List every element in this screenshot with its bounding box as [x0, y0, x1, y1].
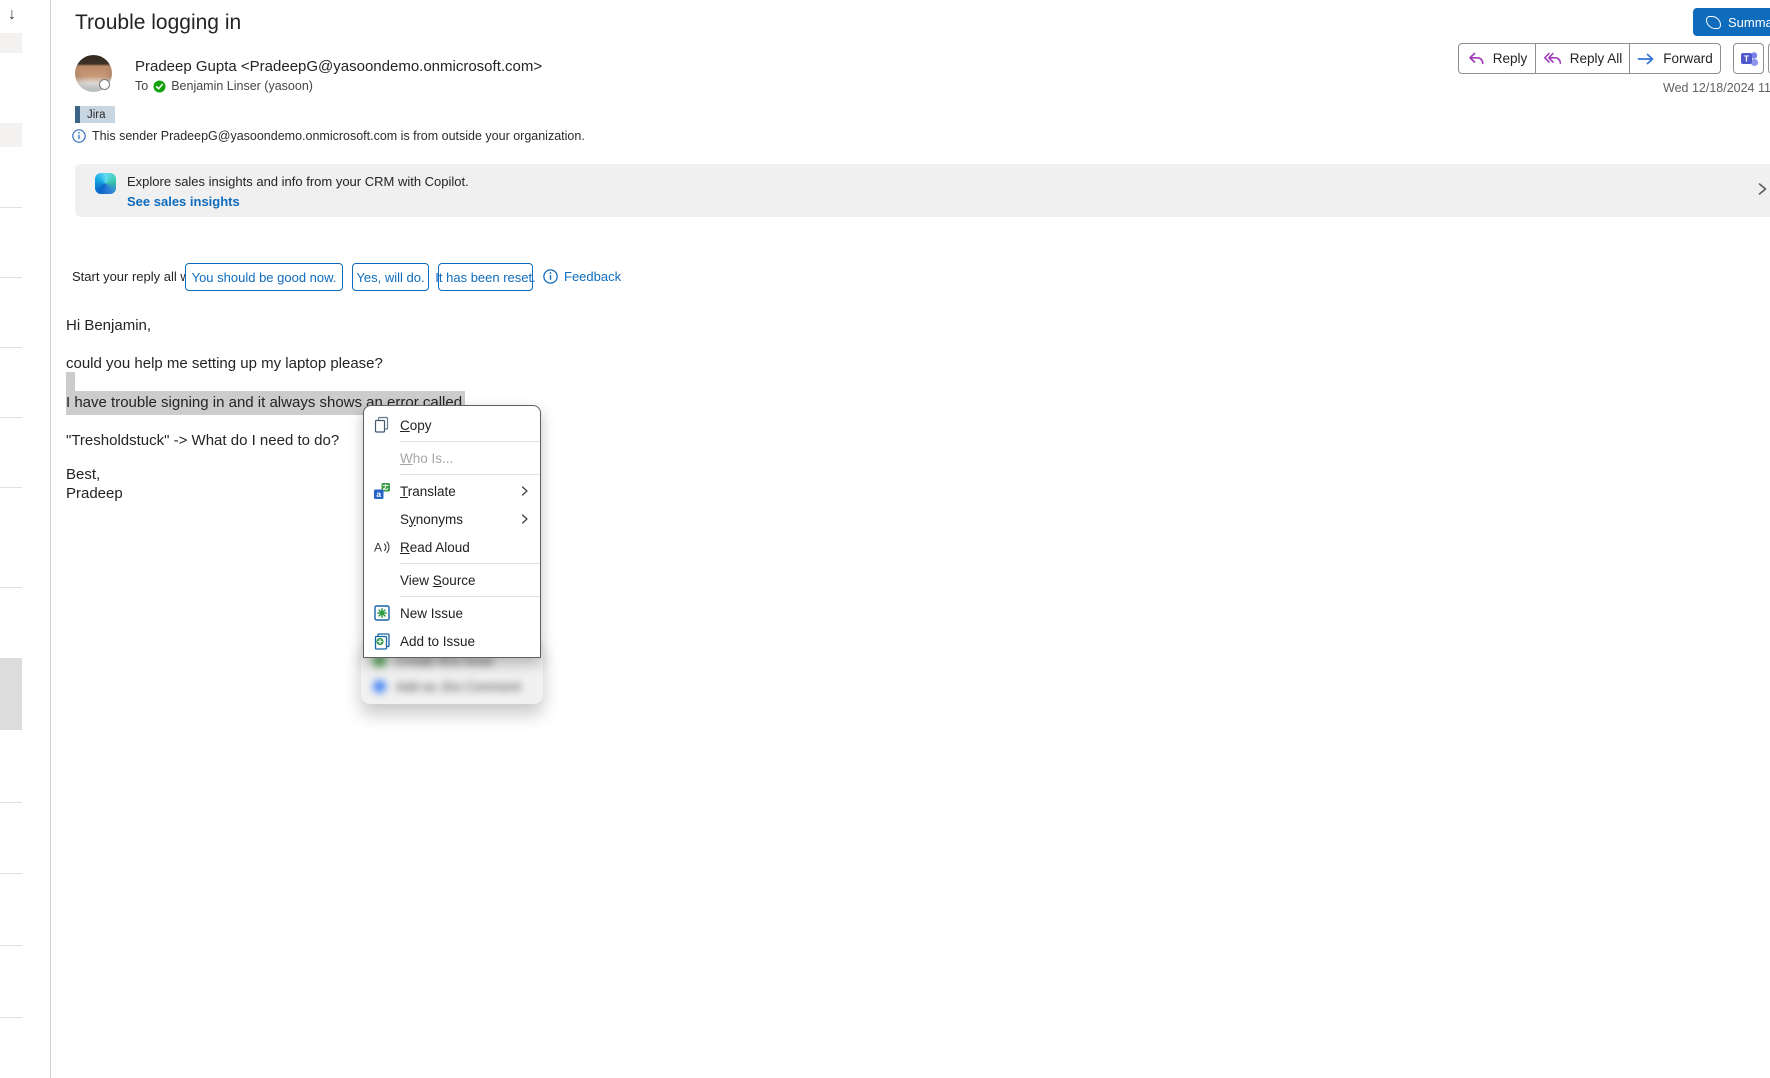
svg-text:a: a	[376, 489, 381, 499]
body-paragraph: "Tresholdstuck" -> What do I need to do?	[66, 432, 339, 449]
menu-item-add-to-issue[interactable]: Add to Issue	[364, 627, 540, 655]
body-paragraph: Hi Benjamin,	[66, 317, 151, 334]
to-label: To	[135, 79, 148, 93]
share-to-teams-button[interactable]: T	[1733, 43, 1764, 74]
menu-item-label: Who Is...	[400, 451, 453, 466]
reply-all-button[interactable]: Reply All	[1535, 43, 1630, 74]
chevron-right-icon[interactable]	[1755, 181, 1769, 197]
message-list-edge: ↓	[0, 0, 50, 1078]
see-sales-insights-link[interactable]: See sales insights	[127, 194, 240, 209]
list-divider	[0, 277, 22, 278]
menu-item-new-issue[interactable]: New Issue	[364, 599, 540, 627]
reply-button-group: Reply Reply All Forward	[1458, 43, 1721, 74]
list-divider	[0, 587, 22, 588]
context-menu: Copy Who Is... a Translate	[363, 405, 541, 658]
add-to-issue-icon	[373, 632, 400, 650]
menu-item-copy[interactable]: Copy	[364, 411, 540, 439]
category-tag-jira[interactable]: Jira	[75, 106, 115, 123]
summarize-button[interactable]: Summarize	[1693, 8, 1770, 36]
copilot-icon	[1706, 16, 1721, 29]
forward-label: Forward	[1663, 51, 1713, 66]
forward-icon	[1637, 52, 1655, 66]
body-paragraph: Pradeep	[66, 485, 123, 502]
menu-item-translate[interactable]: a Translate	[364, 477, 540, 505]
list-item-selected[interactable]	[0, 658, 22, 730]
reply-all-label: Reply All	[1570, 51, 1623, 66]
translate-icon: a	[373, 482, 400, 500]
reply-button[interactable]: Reply	[1458, 43, 1536, 74]
menu-item-label: New Issue	[400, 606, 463, 621]
menu-item-label: Read Aloud	[400, 540, 470, 555]
suggested-reply-2[interactable]: Yes, will do.	[352, 263, 429, 291]
list-divider	[0, 802, 22, 803]
recipient-row: To Benjamin Linser (yasoon)	[135, 79, 313, 93]
menu-item-view-source[interactable]: View Source	[364, 566, 540, 594]
menu-item-read-aloud[interactable]: A Read Aloud	[364, 533, 540, 561]
list-divider	[0, 487, 22, 488]
menu-item-label: Synonyms	[400, 512, 463, 527]
body-paragraph: Best,	[66, 466, 100, 483]
menu-item-label: Copy	[400, 418, 432, 433]
recipient-name[interactable]: Benjamin Linser (yasoon)	[171, 79, 313, 93]
menu-item-who-is: Who Is...	[364, 444, 540, 472]
menu-item-label: Add as Jira Comment	[396, 679, 521, 694]
feedback-label: Feedback	[564, 269, 621, 284]
list-divider	[0, 347, 22, 348]
menu-item-synonyms[interactable]: Synonyms	[364, 505, 540, 533]
list-divider	[0, 873, 22, 874]
banner-text: Explore sales insights and info from you…	[127, 174, 469, 189]
tag-label: Jira	[80, 106, 115, 123]
email-subject: Trouble logging in	[75, 11, 241, 35]
list-divider	[0, 417, 22, 418]
suggested-reply-3[interactable]: It has been reset.	[438, 263, 533, 291]
menu-item-label: View Source	[400, 573, 476, 588]
submenu-chevron-icon	[519, 485, 530, 497]
list-divider	[0, 207, 22, 208]
received-date: Wed 12/18/2024 11:0	[1663, 81, 1770, 95]
presence-offline-icon	[99, 79, 110, 90]
reply-all-icon	[1543, 51, 1562, 67]
list-item[interactable]	[0, 33, 22, 53]
copy-icon	[373, 416, 400, 434]
reply-icon	[1467, 51, 1485, 67]
read-aloud-icon: A	[373, 538, 400, 556]
menu-item-label: Translate	[400, 484, 456, 499]
feedback-button[interactable]: Feedback	[543, 269, 621, 284]
menu-separator	[400, 474, 540, 475]
notice-text: This sender PradeepG@yasoondemo.onmicros…	[92, 129, 585, 143]
external-sender-notice: This sender PradeepG@yasoondemo.onmicros…	[72, 129, 585, 143]
list-divider	[0, 1017, 22, 1018]
feedback-info-icon	[543, 269, 558, 284]
copilot-sales-banner: Explore sales insights and info from you…	[75, 164, 1770, 217]
body-paragraph: could you help me setting up my laptop p…	[66, 355, 383, 372]
submenu-chevron-icon	[519, 513, 530, 525]
menu-separator	[400, 563, 540, 564]
outlook-reading-pane: ↓ Trouble logging in Summarize Reply	[0, 0, 1770, 1078]
menu-separator	[400, 596, 540, 597]
pane-divider[interactable]	[50, 0, 51, 1078]
list-divider	[0, 945, 22, 946]
menu-item-label: Add to Issue	[400, 634, 475, 649]
sort-descending-icon[interactable]: ↓	[8, 6, 16, 24]
sender-name[interactable]: Pradeep Gupta <PradeepG@yasoondemo.onmic…	[135, 58, 542, 75]
new-issue-icon	[373, 604, 400, 622]
verified-check-icon	[153, 80, 166, 93]
teams-icon: T	[1739, 49, 1759, 69]
summarize-label: Summarize	[1728, 15, 1770, 30]
svg-text:T: T	[1743, 53, 1749, 63]
forward-button[interactable]: Forward	[1629, 43, 1721, 74]
list-item[interactable]	[0, 123, 22, 147]
copilot-icon	[95, 173, 116, 194]
blurred-blue-icon	[373, 680, 386, 693]
menu-separator	[400, 441, 540, 442]
reply-label: Reply	[1493, 51, 1528, 66]
suggested-reply-1[interactable]: You should be good now.	[185, 263, 343, 291]
info-icon	[72, 129, 86, 143]
svg-text:A: A	[374, 541, 382, 555]
menu-item-blurred[interactable]: Add as Jira Comment	[373, 673, 543, 699]
